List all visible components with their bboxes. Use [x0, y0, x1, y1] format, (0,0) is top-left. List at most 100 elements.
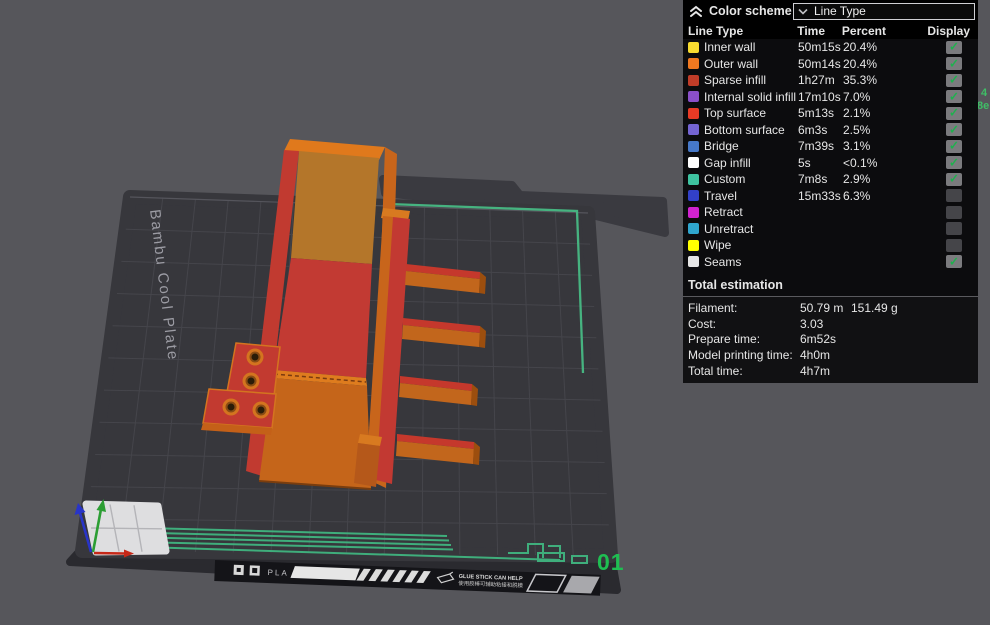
- line-type-color-swatch: [688, 239, 699, 251]
- line-type-percent: 20.4%: [843, 40, 878, 55]
- legend-row: Custom 7m8s 2.9% ✓: [683, 171, 978, 188]
- line-type-percent: <0.1%: [843, 155, 878, 170]
- checkmark-icon: ✓: [948, 72, 960, 87]
- line-type-color-swatch: [688, 256, 699, 268]
- display-checkbox[interactable]: ✓: [946, 189, 962, 203]
- display-checkbox[interactable]: ✓: [946, 123, 962, 137]
- total-row: Cost: 3.03: [683, 316, 978, 332]
- checkmark-icon: ✓: [948, 105, 960, 120]
- line-type-percent: 7.0%: [843, 89, 871, 104]
- line-type-color-swatch: [688, 124, 699, 136]
- total-row-label: Model printing time:: [688, 348, 793, 363]
- legend-row: Sparse infill 1h27m 35.3% ✓: [683, 72, 978, 89]
- column-percent: Percent: [841, 23, 886, 38]
- line-type-label: Top surface: [704, 106, 767, 121]
- material-label: PLA: [267, 568, 288, 578]
- checkmark-icon: ✓: [948, 39, 960, 54]
- display-checkbox[interactable]: ✓: [946, 172, 962, 186]
- line-type-time: 5s: [798, 155, 811, 170]
- line-type-label: Outer wall: [704, 56, 759, 71]
- checkmark-icon: ✓: [948, 138, 960, 153]
- x-axis-red: [93, 551, 125, 555]
- legend-row: Outer wall 50m14s 20.4% ✓: [683, 56, 978, 73]
- total-row-value-secondary: 151.49 g: [851, 300, 898, 315]
- total-row: Model printing time: 4h0m: [683, 347, 978, 363]
- display-checkbox[interactable]: ✓: [946, 155, 962, 170]
- color-scheme-dropdown[interactable]: Line Type: [793, 2, 975, 20]
- edge-legend-fragment-2: 8e: [977, 100, 989, 112]
- line-type-percent: 2.1%: [843, 106, 871, 121]
- line-type-percent: 3.1%: [843, 139, 871, 154]
- line-type-time: 15m33s: [798, 188, 841, 203]
- line-type-time: 7m39s: [798, 139, 835, 154]
- total-row-value: 6m52s: [800, 332, 837, 347]
- legend-row: Gap infill 5s <0.1% ✓: [683, 155, 978, 172]
- chevron-down-icon: [798, 8, 808, 15]
- panel-title: Color scheme: [709, 4, 792, 18]
- line-type-percent: 6.3%: [843, 188, 871, 203]
- edge-legend-fragment-1: 4: [981, 87, 988, 99]
- line-type-percent: 2.5%: [843, 122, 871, 137]
- column-display: Display: [927, 23, 970, 38]
- total-row: Total time: 4h7m: [683, 363, 978, 379]
- line-type-color-swatch: [688, 58, 699, 70]
- legend-row: Unretract ✓: [683, 221, 978, 238]
- total-row-value: 3.03: [800, 316, 824, 331]
- display-checkbox[interactable]: ✓: [946, 56, 962, 71]
- total-row: Filament: 50.79 m 151.49 g: [683, 300, 978, 316]
- legend-rows: Inner wall 50m15s 20.4% ✓ Outer wall 50m14s 20…: [683, 39, 978, 270]
- legend-row: Travel 15m33s6.3% ✓: [683, 188, 978, 205]
- total-row-label: Total time:: [688, 364, 743, 379]
- legend-row: Inner wall 50m15s 20.4% ✓: [683, 39, 978, 56]
- checkmark-icon: ✓: [948, 155, 960, 170]
- display-checkbox[interactable]: ✓: [946, 138, 962, 153]
- total-estimation-section: Total estimation Filament: 50.79 m 151.49 …: [683, 275, 978, 383]
- legend-row: Wipe ✓: [683, 237, 978, 254]
- line-type-color-swatch: [688, 107, 699, 119]
- line-type-time: 6m3s: [798, 122, 828, 137]
- display-checkbox[interactable]: ✓: [946, 105, 962, 120]
- line-type-label: Custom: [704, 172, 746, 187]
- column-time: Time: [797, 23, 826, 38]
- display-checkbox[interactable]: ✓: [946, 205, 962, 219]
- legend-row: Top surface 5m13s 2.1% ✓: [683, 105, 978, 122]
- collapse-chevrons-icon[interactable]: [689, 4, 704, 18]
- line-type-color-swatch: [688, 91, 699, 103]
- plate-number[interactable]: 01: [597, 549, 625, 575]
- total-estimation-rows: Filament: 50.79 m 151.49 g Cost: 3.03 Prepare…: [683, 296, 978, 383]
- legend-row: Internal solid infill 17m10s 7.0% ✓: [683, 89, 978, 106]
- checkmark-icon: ✓: [948, 254, 960, 269]
- line-type-label: Inner wall: [704, 40, 756, 55]
- total-row-label: Prepare time:: [688, 332, 761, 347]
- line-type-label: Seams: [704, 254, 742, 269]
- legend-row: Bottom surface 6m3s 2.5% ✓: [683, 122, 978, 139]
- total-row-value: 4h0m: [800, 348, 831, 363]
- line-type-color-swatch: [688, 173, 699, 185]
- panel-header: Color scheme Line Type: [683, 0, 978, 22]
- line-type-label: Travel: [704, 188, 737, 203]
- color-scheme-panel: Color scheme Line Type Line Type Time Pe…: [683, 0, 978, 383]
- total-row-value: 4h7m: [800, 364, 831, 379]
- line-type-color-swatch: [688, 223, 699, 235]
- line-type-label: Bottom surface: [704, 122, 785, 137]
- box-interior-lower: [274, 258, 372, 378]
- display-checkbox[interactable]: ✓: [946, 72, 962, 87]
- line-type-label: Wipe: [704, 238, 732, 253]
- line-type-color-swatch: [688, 41, 699, 53]
- line-type-time: 50m14s: [798, 56, 841, 71]
- checkmark-icon: ✓: [948, 56, 960, 71]
- display-checkbox[interactable]: ✓: [946, 254, 962, 269]
- display-checkbox[interactable]: ✓: [946, 90, 962, 104]
- line-type-time: 50m15s: [798, 40, 841, 55]
- total-row: Prepare time: 6m52s: [683, 332, 978, 348]
- legend-row: Seams ✓: [683, 254, 978, 271]
- line-type-time: 17m10s: [798, 89, 841, 104]
- display-checkbox[interactable]: ✓: [946, 238, 962, 252]
- line-type-label: Bridge: [704, 139, 739, 154]
- line-type-color-swatch: [688, 206, 699, 218]
- display-checkbox[interactable]: ✓: [946, 39, 962, 54]
- total-row-label: Filament:: [688, 300, 738, 315]
- display-checkbox[interactable]: ✓: [946, 222, 962, 236]
- legend-row: Retract ✓: [683, 204, 978, 221]
- line-type-time: 5m13s: [798, 106, 835, 121]
